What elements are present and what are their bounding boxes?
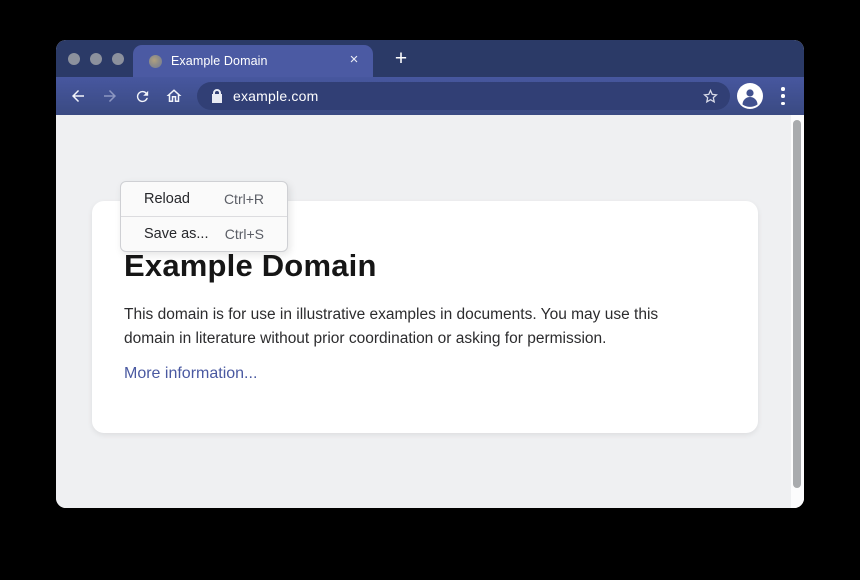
menu-item-shortcut: Ctrl+S — [225, 226, 264, 242]
menu-item-label: Save as... — [144, 226, 208, 242]
tab-close-icon[interactable]: × — [345, 52, 363, 70]
forward-arrow-icon — [101, 87, 119, 105]
lock-icon — [211, 89, 223, 103]
back-arrow-icon — [69, 87, 87, 105]
page-viewport: Example Domain This domain is for use in… — [56, 115, 804, 508]
new-tab-button[interactable]: + — [386, 45, 416, 73]
tab-example-domain[interactable]: Example Domain × — [133, 45, 373, 77]
scrollbar-track[interactable] — [791, 115, 804, 508]
dot-icon — [781, 94, 785, 98]
scrollbar-thumb[interactable] — [793, 120, 801, 488]
menu-item-shortcut: Ctrl+R — [224, 191, 264, 207]
forward-button[interactable] — [99, 85, 121, 107]
toolbar: example.com — [56, 77, 804, 115]
home-icon — [165, 87, 183, 105]
reload-icon — [134, 88, 151, 105]
browser-menu-button[interactable] — [779, 87, 787, 105]
url-text[interactable]: example.com — [233, 88, 702, 104]
browser-window: Example Domain × + — [56, 40, 804, 508]
minimize-window-button[interactable] — [90, 53, 102, 65]
tab-title: Example Domain — [171, 54, 345, 68]
back-button[interactable] — [67, 85, 89, 107]
page-paragraph: This domain is for use in illustrative e… — [124, 303, 708, 351]
globe-favicon-icon — [149, 55, 162, 68]
menu-item-reload[interactable]: Reload Ctrl+R — [121, 182, 287, 216]
menu-item-save-as[interactable]: Save as... Ctrl+S — [121, 217, 287, 251]
home-button[interactable] — [163, 85, 185, 107]
zoom-window-button[interactable] — [112, 53, 124, 65]
titlebar[interactable]: Example Domain × + — [56, 40, 804, 77]
reload-button[interactable] — [131, 85, 153, 107]
bookmark-star-icon[interactable] — [702, 88, 719, 105]
dot-icon — [781, 87, 785, 91]
close-window-button[interactable] — [68, 53, 80, 65]
page-title: Example Domain — [124, 247, 718, 285]
menu-item-label: Reload — [144, 191, 190, 207]
context-menu: Reload Ctrl+R Save as... Ctrl+S — [120, 181, 288, 252]
dot-icon — [781, 102, 785, 106]
profile-avatar-icon[interactable] — [737, 83, 763, 109]
address-bar[interactable]: example.com — [197, 82, 730, 110]
traffic-lights — [68, 53, 124, 65]
more-information-link[interactable]: More information... — [124, 365, 257, 383]
